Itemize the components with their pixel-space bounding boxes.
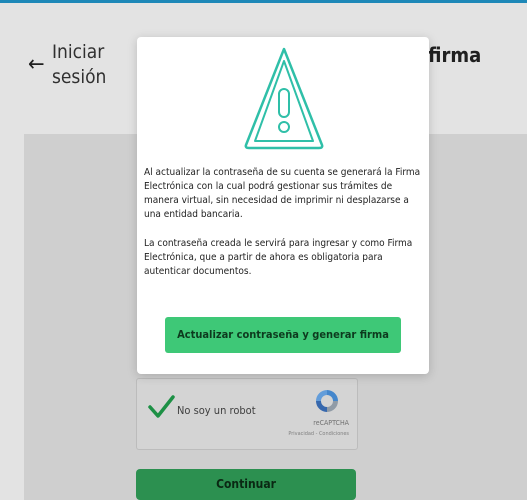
modal-message-1: Al actualizar la contraseña de su cuenta…	[144, 167, 421, 220]
signature-modal: Al actualizar la contraseña de su cuenta…	[137, 37, 429, 374]
update-password-generate-signature-button[interactable]: Actualizar contraseña y generar firma	[165, 317, 401, 353]
warning-triangle-icon	[244, 47, 324, 150]
modal-message-2: La contraseña creada le servirá para ing…	[144, 238, 413, 277]
